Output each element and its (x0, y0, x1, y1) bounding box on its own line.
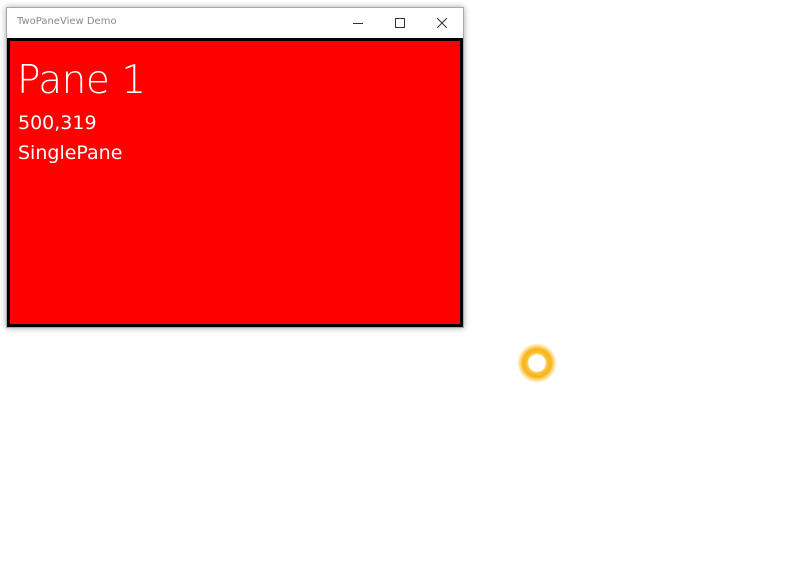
title-bar[interactable]: TwoPaneView Demo (7, 8, 463, 38)
minimize-button[interactable] (337, 8, 379, 38)
window-title: TwoPaneView Demo (17, 16, 117, 27)
pane-mode-label: SinglePane (18, 142, 123, 164)
pane-title: Pane 1 (17, 58, 146, 103)
minimize-icon (353, 23, 363, 24)
two-pane-view: Pane 1 500,319 SinglePane (7, 38, 463, 327)
busy-cursor-icon (517, 343, 557, 383)
desktop: TwoPaneView Demo Pane 1 500,319 SinglePa… (0, 0, 800, 570)
app-window: TwoPaneView Demo Pane 1 500,319 SinglePa… (6, 7, 464, 328)
close-button[interactable] (421, 8, 463, 38)
pane-size-readout: 500,319 (18, 112, 97, 134)
maximize-button[interactable] (379, 8, 421, 38)
maximize-icon (395, 18, 405, 28)
pane-1: Pane 1 500,319 SinglePane (10, 41, 460, 324)
close-icon (437, 18, 447, 28)
